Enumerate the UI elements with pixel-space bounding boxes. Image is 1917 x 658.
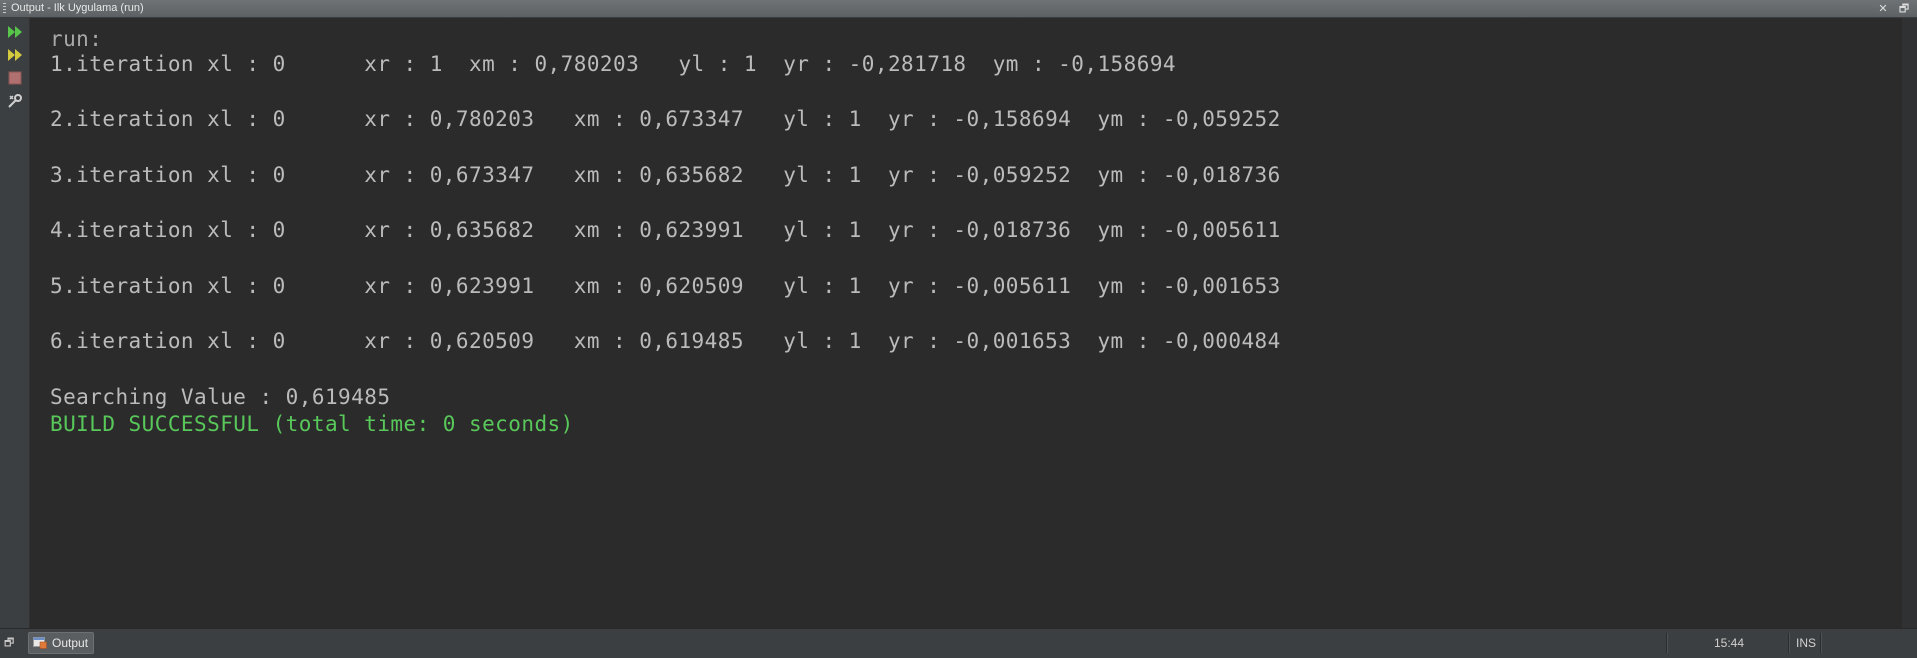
console-line-result: Searching Value : 0,619485: [50, 385, 391, 409]
status-separator: [1788, 633, 1790, 653]
console-line-iteration-5: 5.iteration xl : 0 xr : 0,623991 xm : 0,…: [50, 274, 1281, 298]
window-title-bar[interactable]: Output - Ilk Uygulama (run) ✕ 🗗: [0, 0, 1917, 18]
console-line-iteration-6: 6.iteration xl : 0 xr : 0,620509 xm : 0,…: [50, 329, 1281, 353]
minimized-windows-icon[interactable]: 🗗: [4, 636, 18, 650]
stop-button[interactable]: [5, 68, 25, 88]
rerun-button[interactable]: [5, 22, 25, 42]
rerun-icon: [8, 26, 22, 38]
output-window-icon: [33, 637, 47, 649]
build-status-line: BUILD SUCCESSFUL (total time: 0 seconds): [50, 412, 574, 436]
console-line-iteration-1: 1.iteration xl : 0 xr : 1 xm : 0,780203 …: [50, 52, 1177, 76]
settings-icon: [8, 94, 22, 108]
output-tab-button[interactable]: Output: [28, 632, 94, 654]
status-bar: 🗗 Output 15:44 INS: [0, 628, 1917, 658]
status-separator: [1666, 633, 1668, 653]
insert-mode-indicator[interactable]: INS: [1796, 636, 1816, 650]
status-separator: [1820, 633, 1822, 653]
console-line-run: run:: [50, 27, 103, 51]
output-tab-label: Output: [52, 636, 89, 650]
close-icon[interactable]: ✕: [1875, 1, 1891, 17]
console-line-iteration-4: 4.iteration xl : 0 xr : 0,635682 xm : 0,…: [50, 218, 1281, 242]
console-line-iteration-3: 3.iteration xl : 0 xr : 0,673347 xm : 0,…: [50, 163, 1281, 187]
drag-grip-icon[interactable]: [3, 3, 6, 15]
output-toolbar: [0, 18, 30, 628]
rerun-with-options-icon: [8, 49, 22, 61]
window-title: Output - Ilk Uygulama (run): [11, 2, 144, 14]
output-console[interactable]: run: 1.iteration xl : 0 xr : 1 xm : 0,78…: [30, 18, 1902, 628]
status-time: 15:44: [1714, 636, 1745, 650]
restore-window-icon[interactable]: 🗗: [1896, 1, 1912, 17]
settings-button[interactable]: [5, 91, 25, 111]
stop-icon: [8, 71, 22, 85]
vertical-scrollbar[interactable]: [1902, 18, 1917, 628]
rerun-with-options-button[interactable]: [5, 45, 25, 65]
console-line-iteration-2: 2.iteration xl : 0 xr : 0,780203 xm : 0,…: [50, 107, 1281, 131]
